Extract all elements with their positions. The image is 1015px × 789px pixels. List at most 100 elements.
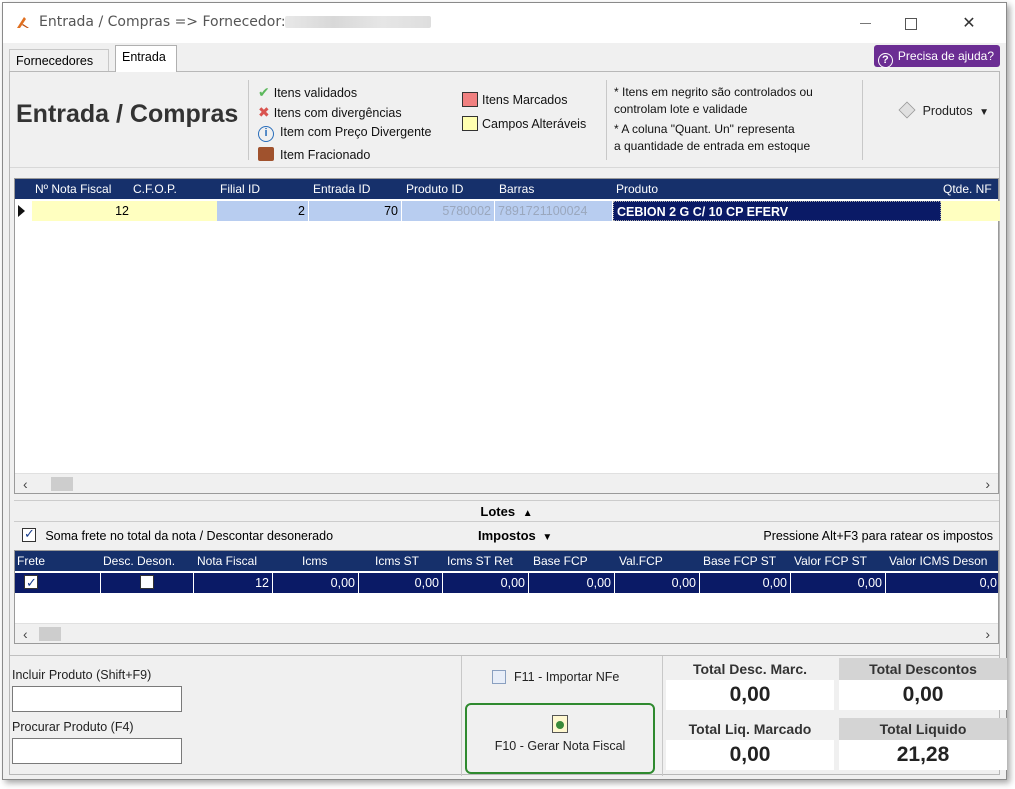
maximize-button[interactable] [888, 9, 934, 39]
cell-base-fcp[interactable]: 0,00 [529, 573, 615, 593]
cell-barras[interactable]: 7891721100024 [495, 201, 612, 221]
total-descontos: Total Descontos 0,00 [839, 658, 1007, 710]
help-label: Precisa de ajuda? [897, 49, 994, 63]
help-button[interactable]: ? Precisa de ajuda? [873, 45, 1000, 68]
column-header[interactable]: Filial ID [220, 182, 260, 196]
lotes-toggle[interactable]: Lotes ▲ [14, 500, 999, 522]
page-title: Entrada / Compras [16, 100, 239, 128]
column-header[interactable]: Qtde. NF [943, 182, 992, 196]
cell-cfop[interactable] [132, 201, 217, 221]
caret-up-icon: ▲ [522, 508, 533, 519]
cell-nota-fiscal[interactable]: 12 [32, 201, 132, 221]
total-descontos-value: 0,00 [839, 680, 1007, 710]
legend-validated-label: Itens validados [273, 86, 358, 100]
column-header[interactable]: Base FCP [533, 554, 588, 568]
scroll-right-icon[interactable]: › [985, 626, 990, 642]
cell-filial-id[interactable]: 2 [217, 201, 309, 221]
column-header[interactable]: Val.FCP [619, 554, 663, 568]
cell-qtde[interactable] [941, 201, 1000, 221]
checkmark-icon: ✔ [258, 84, 270, 100]
column-header[interactable]: Nº Nota Fiscal [35, 182, 111, 196]
incluir-produto-input[interactable] [12, 686, 182, 712]
minimize-icon [859, 23, 871, 25]
legend-marked-label: Itens Marcados [482, 93, 568, 107]
cell-nota-fiscal[interactable]: 12 [194, 573, 273, 593]
cell-produto-id[interactable]: 5780002 [402, 201, 495, 221]
desc-deson-checkbox[interactable] [140, 575, 154, 589]
minimize-button[interactable] [842, 9, 888, 39]
note-line: * A coluna "Quant. Un" representa [614, 122, 795, 136]
tab-fornecedores[interactable]: Fornecedores [9, 49, 109, 71]
cell-frete[interactable] [15, 573, 101, 593]
tax-grid[interactable]: Frete Desc. Deson. Nota Fiscal Icms Icms… [14, 550, 999, 644]
total-liquido: Total Liquido 21,28 [839, 718, 1007, 770]
window-title: Entrada / Compras => Fornecedor: [39, 14, 286, 30]
column-header[interactable]: Valor ICMS Deson [889, 554, 987, 568]
column-header[interactable]: Icms ST Ret [447, 554, 513, 568]
cell-val-fcp[interactable]: 0,00 [615, 573, 700, 593]
column-header[interactable]: Icms [302, 554, 327, 568]
gerar-nota-fiscal-label: F10 - Gerar Nota Fiscal [494, 739, 626, 753]
scroll-thumb[interactable] [51, 477, 73, 491]
soma-frete-checkbox[interactable] [22, 526, 36, 542]
entrada-panel: Entrada / Compras ✔ Itens validados ✖ Iten… [9, 71, 1007, 776]
cell-icms[interactable]: 0,00 [273, 573, 359, 593]
scroll-left-icon[interactable]: ‹ [23, 626, 28, 642]
frete-checkbox[interactable] [24, 573, 38, 593]
column-header[interactable]: Base FCP ST [703, 554, 776, 568]
column-header[interactable]: Produto [616, 182, 658, 196]
gerar-nota-fiscal-button[interactable]: F10 - Gerar Nota Fiscal [465, 703, 655, 774]
legend-price-divergent-label: Item com Preço Divergente [280, 125, 432, 139]
scroll-right-icon[interactable]: › [985, 476, 990, 492]
cell-icms-st-ret[interactable]: 0,00 [443, 573, 529, 593]
cell-base-fcp-st[interactable]: 0,00 [700, 573, 791, 593]
column-header[interactable]: Valor FCP ST [794, 554, 867, 568]
lotes-label: Lotes [480, 504, 516, 519]
scroll-thumb[interactable] [39, 627, 61, 641]
cell-valor-fcp-st[interactable]: 0,00 [791, 573, 886, 593]
maximize-icon [905, 17, 917, 30]
column-header[interactable]: Desc. Deson. [103, 554, 175, 568]
table-row[interactable]: 12 0,00 0,00 0,00 0,00 0,00 0,00 0,00 0,… [15, 573, 998, 593]
tax-horizontal-scrollbar[interactable]: ‹ › [15, 623, 998, 643]
marked-color-swatch [462, 92, 478, 107]
total-liq-marcado-label: Total Liq. Marcado [688, 721, 812, 737]
app-logo-icon [17, 17, 29, 28]
column-header[interactable]: Nota Fiscal [197, 554, 257, 568]
legend-validated: ✔ Itens validados [258, 84, 357, 101]
tab-entrada[interactable]: Entrada [115, 45, 177, 72]
close-button[interactable]: ✕ [946, 9, 992, 39]
cell-desc-deson[interactable] [101, 573, 194, 593]
title-bar: Entrada / Compras => Fornecedor: ✕ [3, 3, 1006, 43]
column-header[interactable]: Barras [499, 182, 534, 196]
items-grid[interactable]: Nº Nota Fiscal C.F.O.P. Filial ID Entrad… [14, 178, 1000, 494]
cell-icms-st[interactable]: 0,00 [359, 573, 443, 593]
column-header[interactable]: C.F.O.P. [133, 182, 177, 196]
column-header[interactable]: Frete [17, 554, 45, 568]
importar-nfe-button[interactable]: F11 - Importar NFe [492, 670, 619, 684]
actions-area: F11 - Importar NFe F10 - Gerar Nota Fisc… [461, 656, 663, 776]
produtos-dropdown-button[interactable]: Produtos ▼ [898, 101, 989, 119]
cell-produto[interactable]: CEBION 2 G C/ 10 CP EFERV [613, 201, 941, 221]
column-header[interactable]: Icms ST [375, 554, 419, 568]
header-panel: Entrada / Compras ✔ Itens validados ✖ Iten… [10, 72, 999, 168]
items-horizontal-scrollbar[interactable]: ‹ › [15, 473, 998, 493]
impostos-toggle[interactable]: Impostos ▼ [478, 528, 552, 543]
column-header[interactable]: Entrada ID [313, 182, 370, 196]
cross-icon: ✖ [258, 104, 270, 120]
bottom-panel: Incluir Produto (Shift+F9) Procurar Prod… [10, 655, 1007, 776]
total-descontos-label: Total Descontos [839, 658, 1007, 680]
cube-icon [898, 101, 916, 119]
scroll-left-icon[interactable]: ‹ [23, 476, 28, 492]
divider [248, 80, 249, 160]
cell-valor-icms-deson[interactable]: 0,0 [886, 573, 1000, 593]
legend-fractioned-label: Item Fracionado [280, 148, 371, 162]
procurar-produto-input[interactable] [12, 738, 182, 764]
note-line: controlam lote e validade [614, 102, 748, 116]
column-header[interactable]: Produto ID [406, 182, 463, 196]
table-row[interactable]: 12 2 70 5780002 7891721100024 CEBION 2 G… [15, 201, 1000, 221]
cell-entrada-id[interactable]: 70 [309, 201, 402, 221]
document-icon [492, 670, 506, 684]
soma-frete-checkbox-wrap[interactable]: Soma frete no total da nota / Descontar … [22, 526, 333, 543]
editable-color-swatch [462, 116, 478, 131]
